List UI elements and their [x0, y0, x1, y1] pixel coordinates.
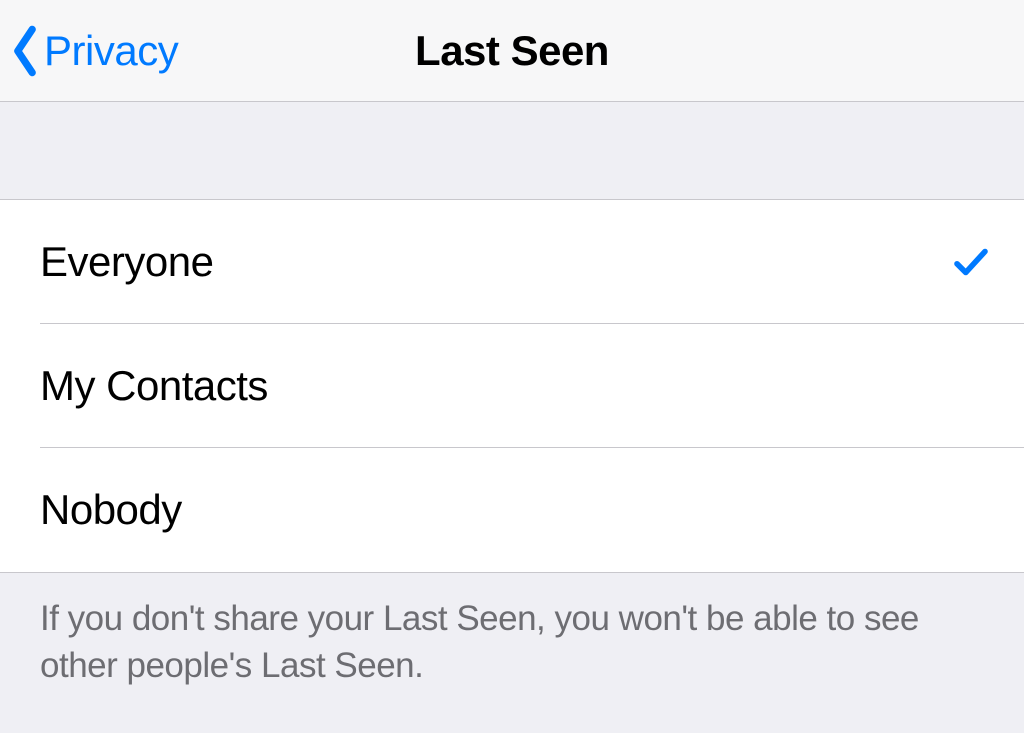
- option-label: My Contacts: [40, 362, 984, 410]
- nav-bar: Privacy Last Seen: [0, 0, 1024, 102]
- back-button[interactable]: Privacy: [10, 0, 178, 101]
- section-spacer: [0, 102, 1024, 200]
- option-nobody[interactable]: Nobody: [0, 448, 1024, 572]
- option-label: Everyone: [40, 238, 950, 286]
- option-my-contacts[interactable]: My Contacts: [0, 324, 1024, 448]
- option-list: Everyone My Contacts Nobody: [0, 200, 1024, 573]
- checkmark-icon: [950, 241, 992, 283]
- option-everyone[interactable]: Everyone: [0, 200, 1024, 324]
- option-label: Nobody: [40, 486, 984, 534]
- page-title: Last Seen: [415, 27, 609, 75]
- back-label: Privacy: [44, 27, 178, 75]
- chevron-left-icon: [10, 25, 40, 77]
- footer-note: If you don't share your Last Seen, you w…: [0, 573, 1024, 712]
